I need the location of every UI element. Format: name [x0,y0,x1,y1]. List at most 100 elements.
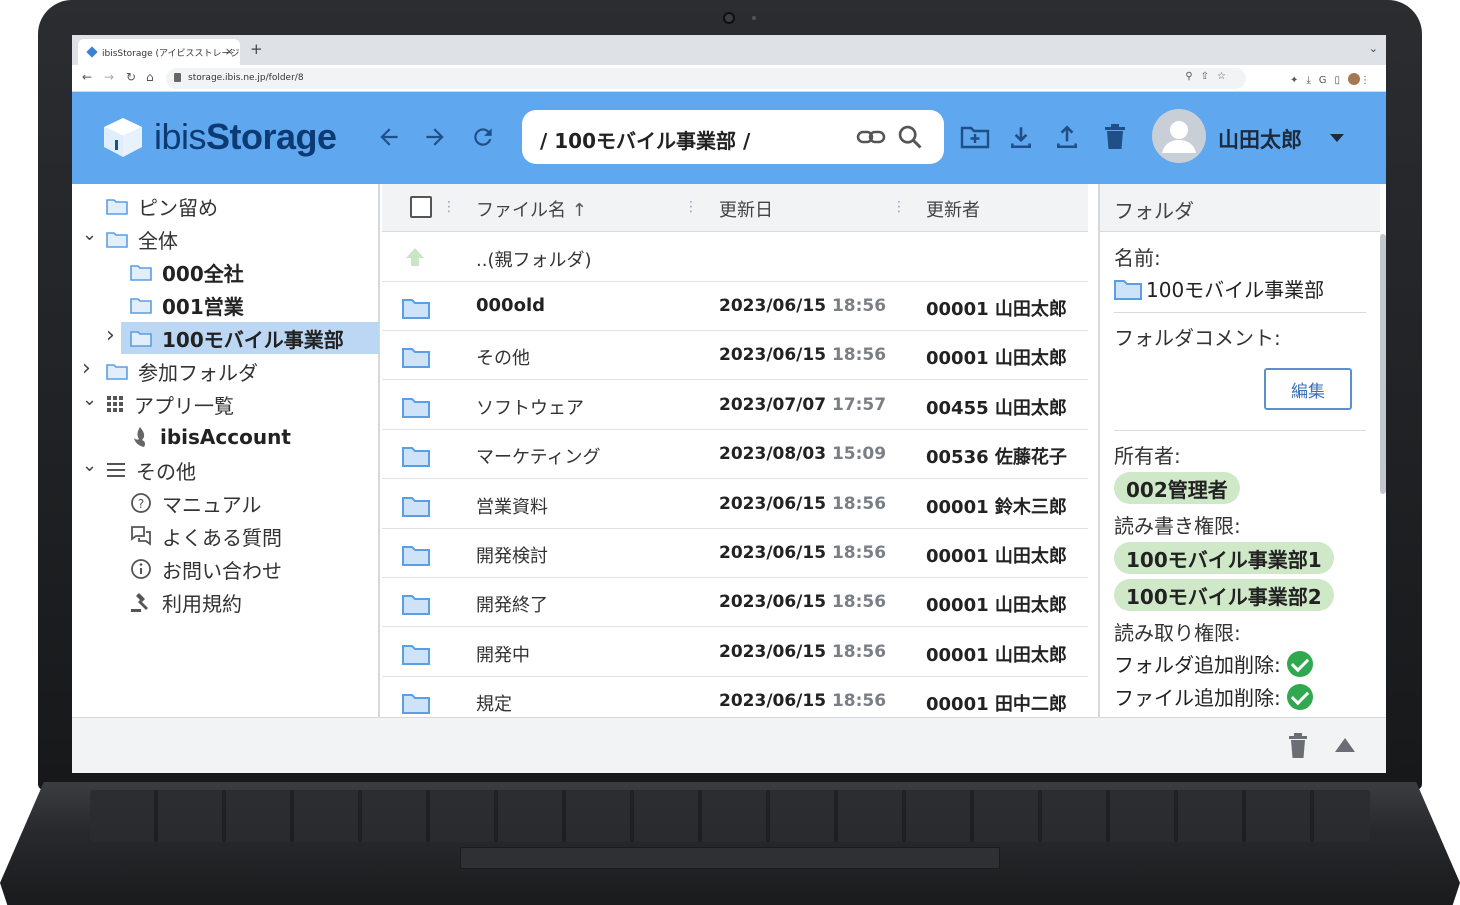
sidebar-item-label: ピン留め [138,195,218,220]
menu-lines-icon [106,462,126,478]
table-row[interactable]: その他 2023/06/15 18:56 00001 山田太郎 [382,331,1088,381]
triangle-up-icon[interactable] [1334,737,1356,753]
sidebar-item-label: 利用規約 [162,591,242,616]
sidebar-item[interactable]: 参加フォルダ [106,355,258,387]
link-icon[interactable] [856,126,886,148]
column-header-updated[interactable]: 更新日 [719,196,773,222]
chevron-right-icon[interactable]: › [106,323,115,348]
sidebar-item[interactable]: 利用規約 [130,586,242,618]
sidebar-item[interactable]: ピン留め [106,190,218,222]
back-icon[interactable]: ← [82,70,92,84]
updated-date: 2023/07/07 17:57 [719,394,887,415]
folder-tree-sidebar: ピン留め ⌄ 全体 000全社 001営業 › 100モバイル事業部 › 参加フォルダ ⌄ アプリ一… [72,184,380,717]
arrow-left-icon [380,128,398,146]
folder-icon [130,264,152,281]
table-row[interactable]: マーケティング 2023/08/03 15:09 00536 佐藤花子 [382,430,1088,480]
edit-comment-button[interactable]: 編集 [1264,368,1352,410]
chevron-down-icon[interactable]: ⌄ [82,224,97,245]
footer-bar [72,717,1386,773]
tab-search-icon[interactable]: ⌄ [1369,42,1378,55]
extension-icons[interactable]: ✦⤓G▯ ⋮ [1290,73,1378,86]
sidebar-item-label: 参加フォルダ [138,360,258,385]
path-search-box[interactable]: / 100モバイル事業部 / [522,110,944,164]
chevron-right-icon[interactable]: › [82,356,91,381]
sidebar-item[interactable]: 001営業 [130,289,244,321]
download-button[interactable] [1004,120,1038,154]
sidebar-item[interactable]: その他 [106,454,196,486]
user-menu-caret-icon[interactable] [1330,134,1344,142]
sidebar-item[interactable]: ? マニュアル [130,487,261,519]
updated-date: 2023/08/03 15:09 [719,444,887,465]
user-avatar[interactable] [1152,109,1206,163]
forward-button[interactable] [418,120,452,154]
browser-tab[interactable]: ibisStorage (アイビスストレージ × [78,39,240,65]
table-row[interactable]: 営業資料 2023/06/15 18:56 00001 鈴木三郎 [382,480,1088,529]
folder-icon [402,546,430,566]
folder-icon [402,348,430,369]
file-name: マーケティング [476,447,601,469]
table-row[interactable]: 開発中 2023/06/15 18:56 00001 山田太郎 [382,628,1088,677]
omnibox-actions[interactable]: ⚲⇧☆ [1185,71,1234,82]
column-header-updater[interactable]: 更新者 [926,196,980,222]
updated-date: 2023/06/15 18:56 [719,493,887,514]
table-row[interactable]: 規定 2023/06/15 18:56 00001 田中二郎 [382,677,1088,717]
updater: 00001 山田太郎 [926,595,1067,617]
updater: 00001 山田太郎 [926,348,1067,370]
sidebar-item[interactable]: よくある質問 [130,520,282,552]
sidebar-item[interactable]: ibisAccount [130,421,291,453]
upload-button[interactable] [1050,120,1084,154]
user-name[interactable]: 山田太郎 [1218,124,1302,154]
back-button[interactable] [372,120,406,154]
profile-avatar[interactable] [1348,73,1360,85]
current-path: / 100モバイル事業部 / [540,129,751,153]
sidebar-item[interactable]: アプリ一覧 [106,388,234,420]
table-row[interactable]: 開発終了 2023/06/15 18:56 00001 山田太郎 [382,578,1088,628]
sidebar-item[interactable]: お問い合わせ [130,553,282,585]
reload-icon[interactable]: ↻ [126,70,136,84]
updated-time: 18:56 [831,345,887,366]
search-icon[interactable] [896,123,924,151]
file-edit-label: ファイル追加削除: [1114,686,1281,710]
device-mockup: ibisStorage (アイビスストレージ × + ⌄ ← → ↻ ⌂ sto… [0,0,1460,905]
table-row[interactable]: 開発検討 2023/06/15 18:56 00001 山田太郎 [382,529,1088,578]
chevron-down-icon[interactable]: ⌄ [82,389,97,410]
column-menu-icon[interactable]: ⋮ [892,199,906,215]
folder-edit-permission: フォルダ追加削除: [1114,649,1313,678]
updated-date: 2023/06/15 18:56 [719,543,887,563]
browser-toolbar: ← → ↻ ⌂ storage.ibis.ne.jp/folder/8 ⚲⇧☆ … [72,65,1386,92]
sort-asc-icon: ↑ [571,200,587,221]
sidebar-item[interactable]: 全体 [106,223,178,255]
folder-name-value: 100モバイル事業部 [1146,278,1325,302]
updater: 00455 山田太郎 [926,397,1067,419]
column-menu-icon[interactable]: ⋮ [442,199,456,215]
folder-icon [106,198,128,215]
table-row[interactable]: 000old 2023/06/15 18:56 00001 山田太郎 [382,282,1088,331]
folder-icon [106,363,128,380]
chevron-down-icon[interactable]: ⌄ [82,455,97,476]
updated-time: 18:56 [831,543,887,563]
folder-icon [402,496,430,517]
table-row[interactable]: ソフトウェア 2023/07/07 17:57 00455 山田太郎 [382,381,1088,430]
delete-button[interactable] [1098,120,1132,154]
refresh-button[interactable] [466,120,500,154]
column-header-name[interactable]: ファイル名 ↑ [476,196,587,222]
sidebar-item[interactable]: 000全社 [130,256,244,288]
trash-icon[interactable] [1288,733,1308,759]
sidebar-item[interactable]: 100モバイル事業部 [130,322,344,354]
detail-scrollbar[interactable] [1380,234,1386,494]
read-permission-label: 読み取り権限: [1114,621,1241,645]
folder-edit-label: フォルダ追加削除: [1114,653,1281,677]
address-bar[interactable]: storage.ibis.ne.jp/folder/8 ⚲⇧☆ [166,68,1246,89]
parent-folder-row[interactable]: ..(親フォルダ) [382,233,1088,282]
forward-icon[interactable]: → [104,70,114,84]
new-tab-button[interactable]: + [250,40,263,58]
download-icon [1011,127,1031,149]
tab-close-icon[interactable]: × [225,45,234,58]
new-folder-button[interactable] [958,120,992,154]
arrow-up-icon [406,248,424,266]
divider [1114,430,1366,431]
select-all-checkbox[interactable] [410,196,432,218]
updater: 00001 山田太郎 [926,546,1067,567]
home-icon[interactable]: ⌂ [146,70,154,84]
column-menu-icon[interactable]: ⋮ [684,199,698,215]
